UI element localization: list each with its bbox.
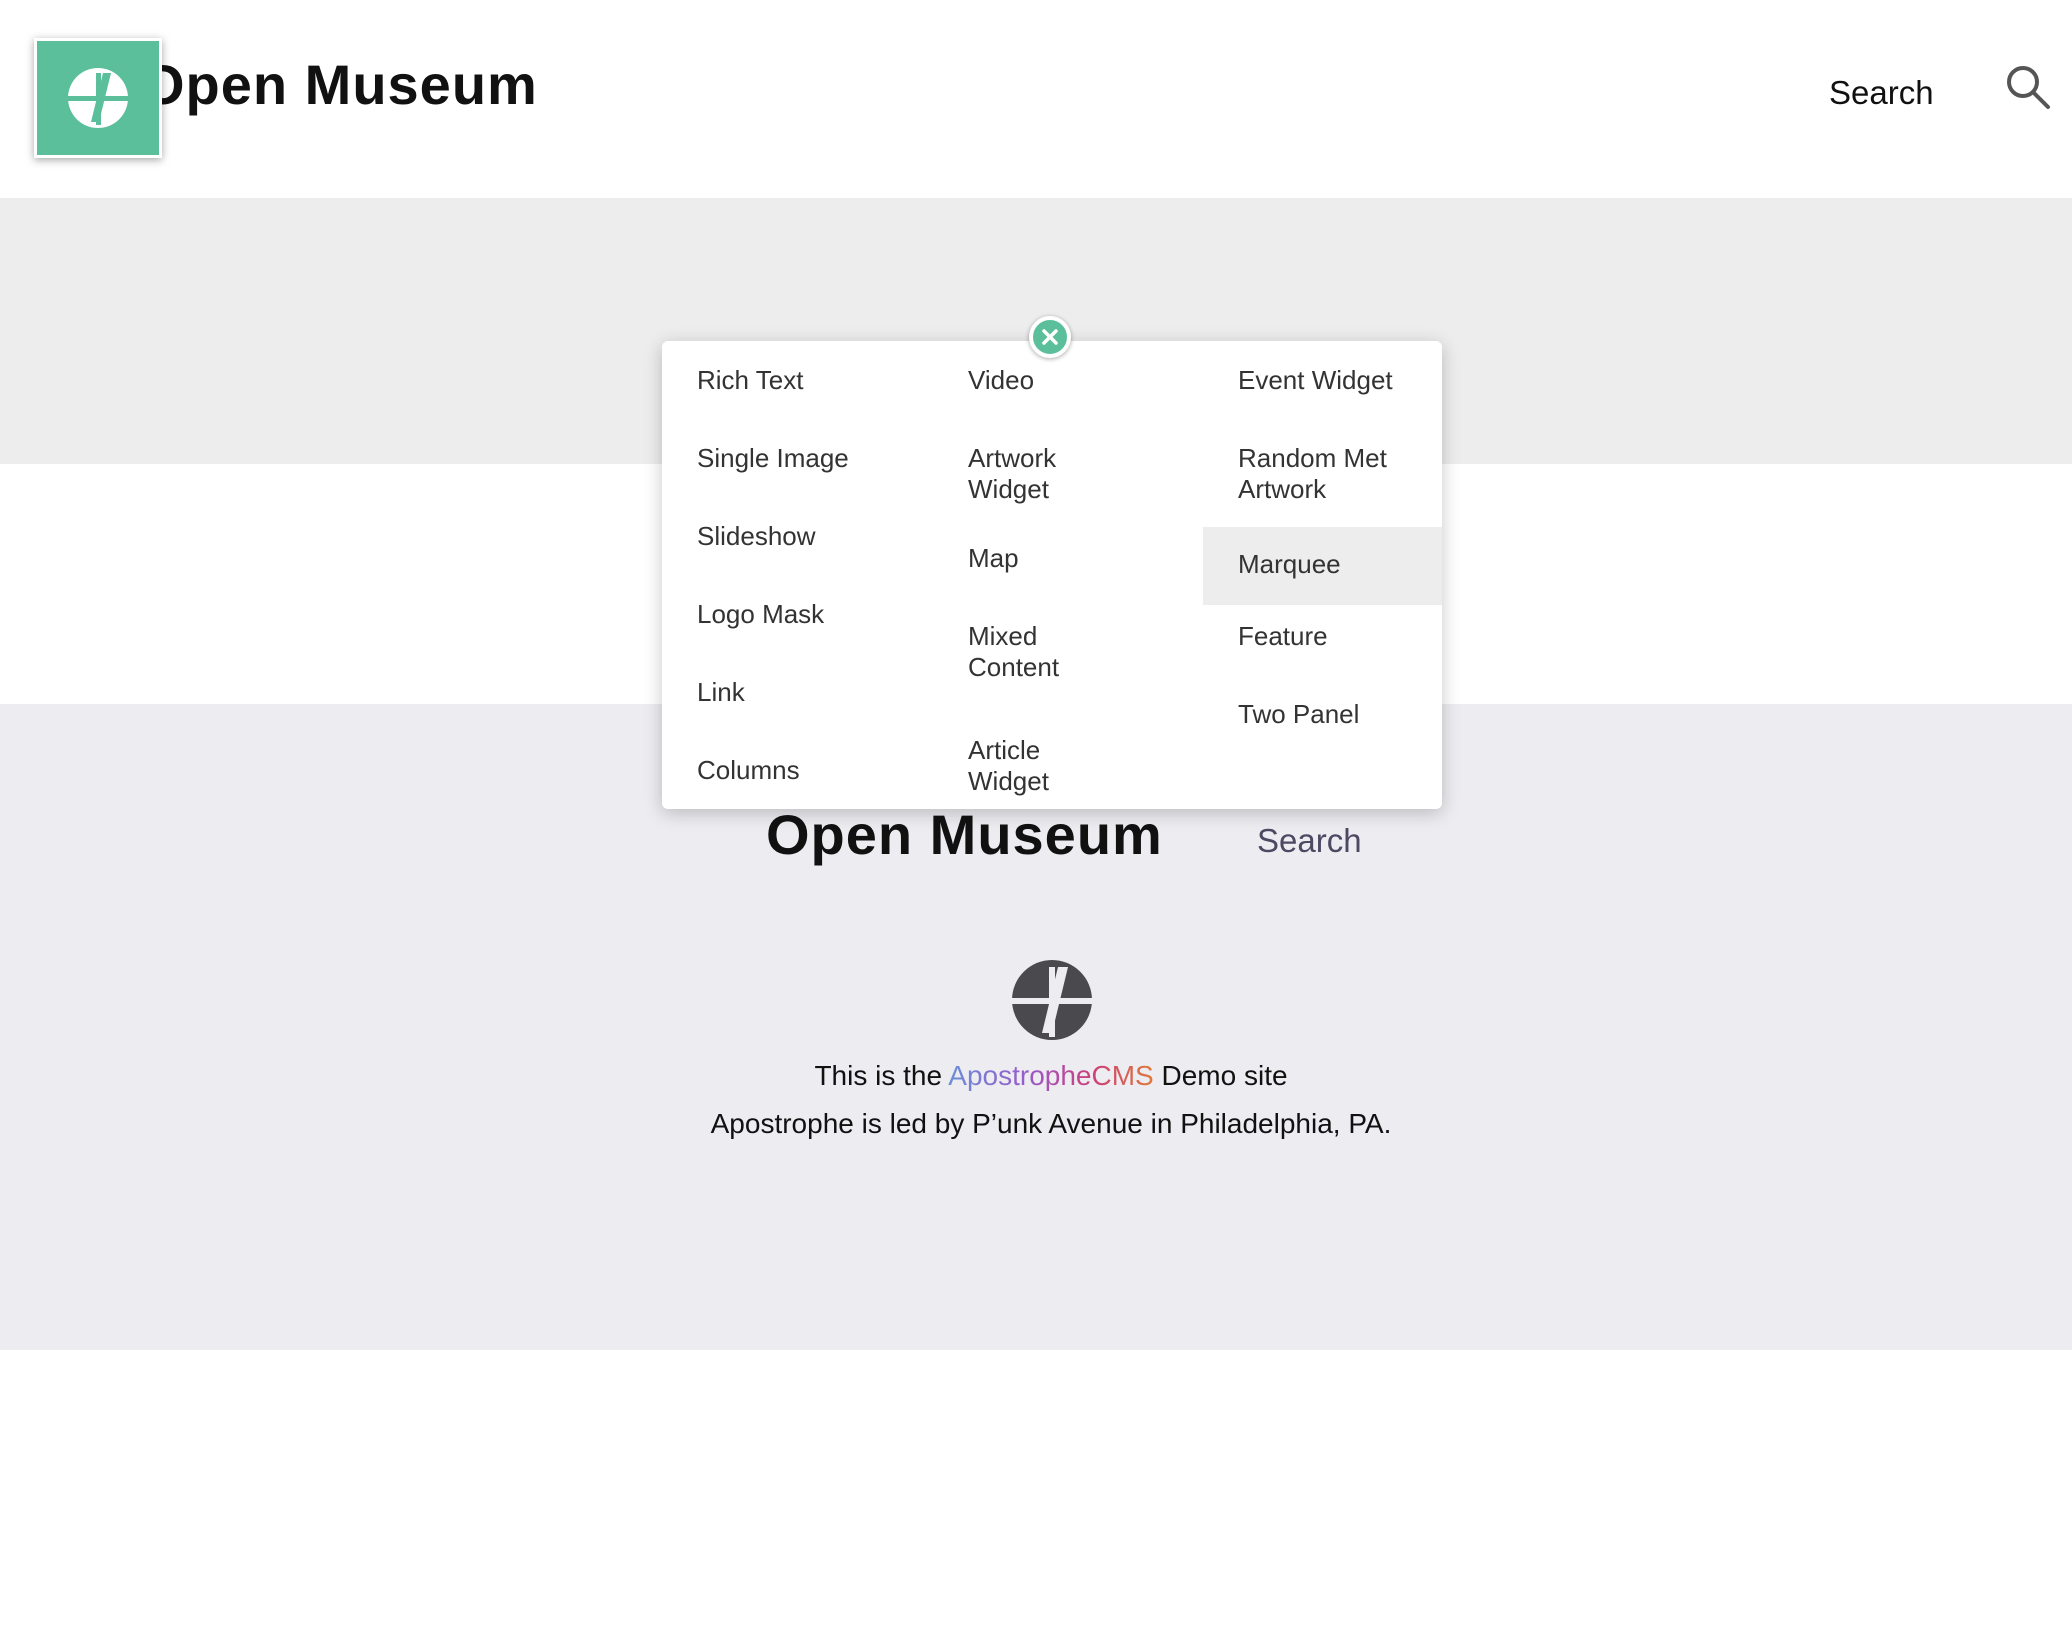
widget-option-event-widget[interactable]: Event Widget — [1203, 365, 1428, 396]
widget-option-logo-mask[interactable]: Logo Mask — [662, 599, 957, 630]
widget-option-single-image[interactable]: Single Image — [662, 443, 957, 474]
widget-option-link[interactable]: Link — [662, 677, 957, 708]
widget-option-slideshow[interactable]: Slideshow — [662, 521, 957, 552]
widget-option-article-widget[interactable]: Article Widget — [933, 735, 1108, 797]
widget-option-marquee[interactable]: Marquee — [1203, 527, 1442, 605]
widget-option-map[interactable]: Map — [933, 543, 1108, 574]
site-title[interactable]: Open Museum — [141, 52, 538, 117]
widget-option-rich-text[interactable]: Rich Text — [662, 365, 957, 396]
apostrophe-logo-icon — [1012, 960, 1092, 1040]
widget-option-mixed-content[interactable]: Mixed Content — [933, 621, 1108, 683]
apostrophecms-link[interactable]: ApostropheCMS — [948, 1060, 1153, 1091]
header-search-link[interactable]: Search — [1829, 74, 1934, 112]
widget-option-random-met-artwork[interactable]: Random Met Artwork — [1203, 443, 1428, 505]
footer-credit-suffix: Demo site — [1153, 1060, 1288, 1091]
widget-option-two-panel[interactable]: Two Panel — [1203, 699, 1428, 730]
site-header: Open Museum Search — [0, 0, 2072, 198]
widget-option-artwork-widget[interactable]: Artwork Widget — [933, 443, 1108, 505]
footer-credit-line: This is the ApostropheCMS Demo site — [0, 1060, 2072, 1092]
apostrophe-logo-icon — [68, 68, 128, 128]
add-widget-menu: Rich Text Single Image Slideshow Logo Mask L… — [662, 341, 1442, 809]
close-icon — [1042, 329, 1058, 345]
footer-search-link[interactable]: Search — [1257, 822, 1362, 860]
admin-bar-toggle[interactable] — [34, 38, 162, 158]
footer-credit-prefix: This is the — [814, 1060, 949, 1091]
close-menu-button[interactable] — [1029, 316, 1071, 358]
widget-option-video[interactable]: Video — [933, 365, 1108, 396]
widget-option-columns[interactable]: Columns — [662, 755, 957, 786]
footer-title[interactable]: Open Museum — [766, 802, 1163, 867]
widget-option-feature[interactable]: Feature — [1203, 621, 1428, 652]
search-icon[interactable] — [2005, 64, 2051, 110]
footer-location-line: Apostrophe is led by P’unk Avenue in Phi… — [710, 1108, 1392, 1139]
